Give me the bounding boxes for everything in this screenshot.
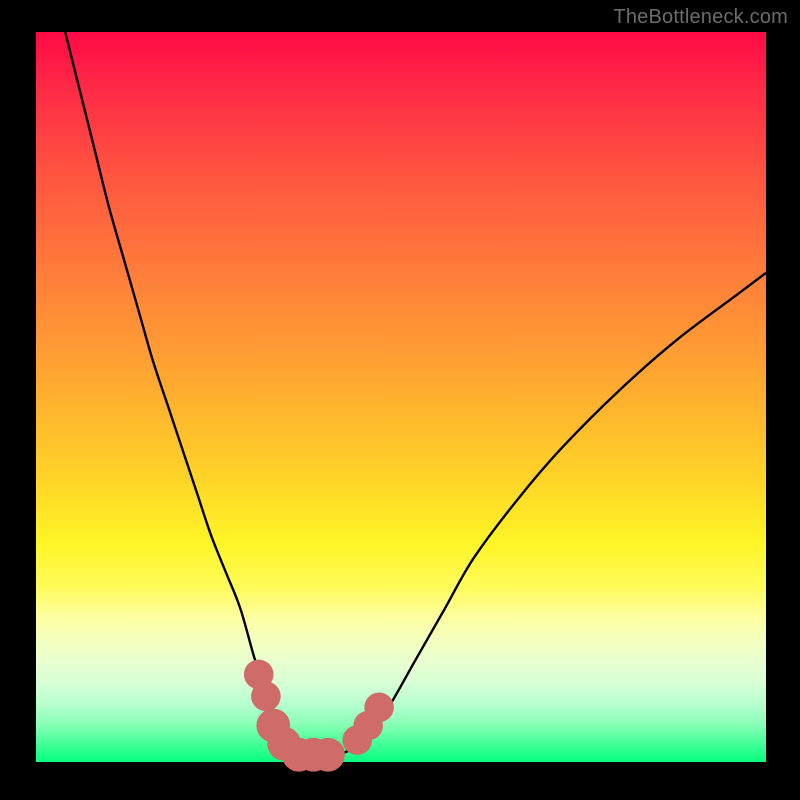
bottleneck-curve xyxy=(65,32,766,755)
curve-marker xyxy=(364,693,394,723)
watermark-text: TheBottleneck.com xyxy=(613,6,788,29)
chart-frame: TheBottleneck.com xyxy=(0,0,800,800)
plot-area xyxy=(36,32,766,762)
curve-marker xyxy=(311,738,345,772)
curve-svg xyxy=(36,32,766,762)
curve-marker xyxy=(251,682,281,712)
marker-group xyxy=(244,660,394,772)
